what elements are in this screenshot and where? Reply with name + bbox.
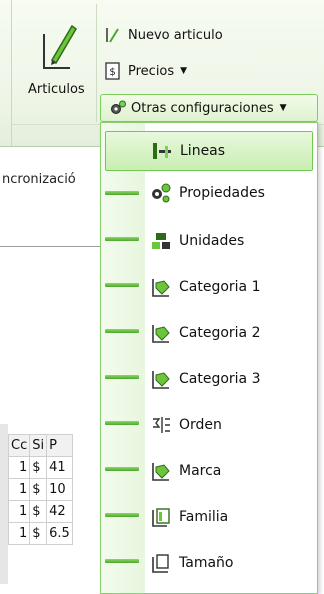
menu-item-propiedades[interactable]: Propiedades xyxy=(105,173,313,213)
menu-item-label: Orden xyxy=(179,417,222,433)
menu-item-label: Propiedades xyxy=(179,185,265,201)
group-separator xyxy=(96,4,97,122)
menu-item-categoria-2[interactable]: Categoria 2 xyxy=(105,313,313,353)
nuevo-articulo-label: Nuevo articulo xyxy=(128,27,223,43)
nuevo-articulo-button[interactable]: Nuevo articulo xyxy=(104,24,223,46)
table-row[interactable]: 1 $ 10 xyxy=(7,478,73,501)
grid-cell: 1 xyxy=(7,522,31,545)
precios-button[interactable]: $ Precios ▼ xyxy=(104,60,187,82)
menu-item-familia[interactable]: Familia xyxy=(105,497,313,537)
grid-row-header-strip xyxy=(0,424,8,584)
unidades-icon xyxy=(149,229,173,253)
menu-item-categoria-3[interactable]: Categoria 3 xyxy=(105,359,313,399)
grid-cell: 10 xyxy=(46,478,73,501)
table-row[interactable]: 1 $ 6.5 xyxy=(7,522,73,545)
menu-item-label: Lineas xyxy=(180,143,226,159)
gears-icon xyxy=(109,99,127,117)
menu-item-orden[interactable]: Orden xyxy=(105,405,313,445)
propiedades-icon xyxy=(149,181,173,205)
categoria-icon xyxy=(149,321,173,345)
table-row[interactable]: 1 $ 42 xyxy=(7,500,73,523)
menu-item-tamano[interactable]: Tamaño xyxy=(105,543,313,583)
tamano-icon xyxy=(149,551,173,575)
menu-item-label: Categoria 1 xyxy=(179,279,261,295)
grid-cell: $ xyxy=(29,456,48,479)
otras-configuraciones-menu: Lineas Propiedades Unidades Categoria 1 … xyxy=(100,122,318,594)
dollar-icon: $ xyxy=(104,62,122,80)
menu-item-label: Tamaño xyxy=(179,555,234,571)
chevron-down-icon: ▼ xyxy=(180,66,188,76)
grid-cell: 1 xyxy=(7,500,31,523)
orden-icon xyxy=(149,413,173,437)
lineas-icon xyxy=(150,139,174,163)
grid-cell: $ xyxy=(29,478,48,501)
menu-item-label: Familia xyxy=(179,509,229,525)
grid-cell: $ xyxy=(29,500,48,523)
menu-item-unidades[interactable]: Unidades xyxy=(105,221,313,261)
sync-tab-label: ncronizació xyxy=(2,172,76,187)
new-item-icon xyxy=(104,26,122,44)
ribbon-left-edge xyxy=(0,0,12,146)
edit-document-icon xyxy=(43,24,77,69)
menu-item-label: Marca xyxy=(179,463,222,479)
articulos-button[interactable]: Articulos xyxy=(28,16,92,106)
grid-cell: 1 xyxy=(7,456,31,479)
grid-header-cell[interactable]: Si xyxy=(29,434,48,457)
menu-item-label: Categoria 2 xyxy=(179,325,261,341)
menu-item-categoria-1[interactable]: Categoria 1 xyxy=(105,267,313,307)
grid-cell: $ xyxy=(29,522,48,545)
grid-cell: 41 xyxy=(46,456,73,479)
chevron-down-icon: ▼ xyxy=(279,103,287,113)
data-grid: Cc Si P 1 $ 41 1 $ 10 1 $ 42 1 $ 6.5 xyxy=(7,434,73,545)
menu-item-marca[interactable]: Marca xyxy=(105,451,313,491)
grid-header-row: Cc Si P xyxy=(7,434,73,457)
categoria-icon xyxy=(149,275,173,299)
menu-item-label: Categoria 3 xyxy=(179,371,261,387)
otras-configuraciones-label: Otras configuraciones xyxy=(131,100,274,116)
grid-cell: 1 xyxy=(7,478,31,501)
grid-header-cell[interactable]: Cc xyxy=(7,434,31,457)
menu-item-label: Unidades xyxy=(179,233,245,249)
marca-icon xyxy=(149,459,173,483)
table-row[interactable]: 1 $ 41 xyxy=(7,456,73,479)
grid-header-cell[interactable]: P xyxy=(46,434,73,457)
sync-divider xyxy=(0,246,104,247)
familia-icon xyxy=(149,505,173,529)
articulos-label: Articulos xyxy=(28,82,85,97)
grid-cell: 6.5 xyxy=(46,522,73,545)
svg-text:$: $ xyxy=(109,67,115,78)
menu-item-lineas[interactable]: Lineas xyxy=(105,131,313,171)
categoria-icon xyxy=(149,367,173,391)
otras-configuraciones-button[interactable]: Otras configuraciones ▼ xyxy=(100,94,318,122)
grid-cell: 42 xyxy=(46,500,73,523)
precios-label: Precios xyxy=(128,63,175,79)
